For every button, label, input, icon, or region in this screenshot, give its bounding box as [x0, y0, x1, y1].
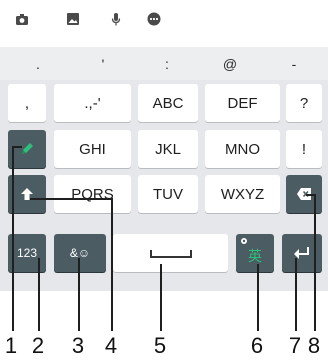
- callout-line: [78, 258, 80, 331]
- callout-line: [111, 198, 113, 331]
- wxyz-key[interactable]: WXYZ: [205, 175, 280, 213]
- pqrs-key[interactable]: PQRS: [54, 175, 131, 213]
- space-bar-icon: [149, 247, 192, 259]
- callout-number: 7: [288, 333, 302, 358]
- settings-gear-icon: [240, 237, 248, 245]
- mno-key[interactable]: MNO: [205, 130, 280, 168]
- tuv-key[interactable]: TUV: [138, 175, 198, 213]
- backspace-key[interactable]: [286, 175, 322, 213]
- callout-number: 1: [4, 333, 18, 358]
- callout-line: [12, 147, 14, 331]
- symbol-row: . ' : @ -: [0, 47, 328, 80]
- symbol-key[interactable]: -: [280, 55, 308, 73]
- space-key[interactable]: [113, 234, 228, 272]
- language-key[interactable]: 英: [236, 234, 274, 272]
- callout-number: 6: [250, 333, 264, 358]
- callout-line: [30, 198, 112, 200]
- callout-number: 2: [31, 333, 45, 358]
- callout-line: [257, 264, 259, 331]
- punctuation-key[interactable]: .,-': [54, 84, 131, 122]
- symbol-key[interactable]: .: [24, 55, 52, 73]
- callout-number: 5: [153, 333, 167, 358]
- symbol-key[interactable]: ': [89, 55, 117, 73]
- callout-number: 8: [307, 333, 321, 358]
- ghi-key[interactable]: GHI: [54, 130, 131, 168]
- callout-number: 3: [71, 333, 85, 358]
- more-icon[interactable]: [147, 12, 161, 26]
- callout-line: [295, 258, 297, 331]
- pen-icon: [19, 141, 35, 157]
- enter-key[interactable]: [282, 234, 322, 272]
- emoji-key[interactable]: &☺: [54, 234, 106, 272]
- question-key[interactable]: ?: [286, 84, 322, 122]
- callout-line: [314, 195, 316, 331]
- camera-icon[interactable]: [15, 12, 29, 26]
- callout-line: [38, 258, 40, 331]
- callout-line: [306, 194, 316, 196]
- symbol-key[interactable]: @: [216, 55, 244, 73]
- callout-number: 4: [104, 333, 118, 358]
- microphone-icon[interactable]: [109, 12, 123, 26]
- callout-line: [160, 264, 162, 331]
- comma-key[interactable]: ,: [8, 84, 46, 122]
- image-icon[interactable]: [66, 12, 80, 26]
- symbol-key[interactable]: :: [153, 55, 181, 73]
- exclamation-key[interactable]: !: [286, 130, 322, 168]
- language-label: 英: [248, 248, 262, 264]
- def-key[interactable]: DEF: [205, 84, 280, 122]
- callout-line: [12, 146, 22, 148]
- abc-key[interactable]: ABC: [138, 84, 198, 122]
- jkl-key[interactable]: JKL: [138, 130, 198, 168]
